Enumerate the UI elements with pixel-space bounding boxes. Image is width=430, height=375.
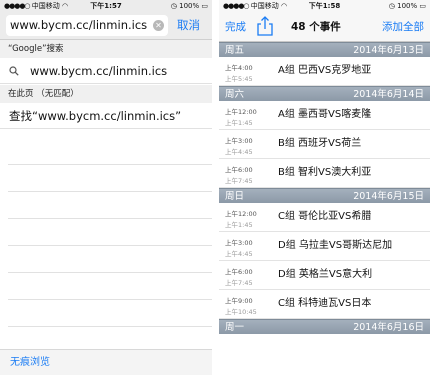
event-title: C组 哥伦比亚VS希腊	[278, 211, 372, 222]
event-row[interactable]: 上午12:00 上午1:45 C组 哥伦比亚VS希腊	[219, 203, 430, 232]
event-start-time: 上午12:00	[225, 108, 257, 116]
event-end-time: 上午1:45	[225, 119, 253, 127]
screen-gap	[212, 0, 219, 375]
event-title: A组 巴西VS克罗地亚	[278, 65, 372, 76]
day-header: 周五 2014年6月13日	[219, 42, 430, 57]
divider	[8, 164, 212, 165]
status-bar: ●●●●○ 中国移动 ◠ 下午1:58 ◷ 100% ▭	[219, 0, 430, 12]
day-weekday: 周五	[225, 45, 245, 56]
event-end-time: 上午7:45	[225, 279, 253, 287]
event-end-time: 上午7:45	[225, 177, 253, 185]
private-browsing-button[interactable]: 无痕浏览	[0, 349, 212, 375]
calendar-import-screen: ●●●●○ 中国移动 ◠ 下午1:58 ◷ 100% ▭ 完成 48 个事件 添…	[219, 0, 430, 375]
cancel-button[interactable]: 取消	[177, 15, 200, 36]
event-title: B组 智利VS澳大利亚	[278, 167, 372, 178]
event-end-time: 上午1:45	[225, 221, 253, 229]
day-date: 2014年6月15日	[353, 191, 424, 202]
divider	[8, 245, 212, 246]
url-text: www.bycm.cc/linmin.ics	[10, 18, 148, 32]
share-icon[interactable]	[256, 16, 274, 36]
day-weekday: 周日	[225, 191, 245, 202]
day-weekday: 周一	[225, 322, 245, 333]
alarm-icon: ◷	[388, 2, 395, 10]
event-start-time: 上午12:00	[225, 210, 257, 218]
event-row[interactable]: 上午12:00 上午1:45 A组 墨西哥VS喀麦隆	[219, 101, 430, 130]
on-page-header: 在此页 （无匹配）	[0, 85, 212, 103]
google-search-header: “Google”搜索	[0, 40, 212, 58]
search-icon	[9, 66, 19, 76]
add-all-button[interactable]: 添加全部	[382, 12, 424, 42]
google-suggestion-text: www.bycm.cc/linmin.ics	[30, 64, 168, 78]
event-end-time: 上午10:45	[225, 308, 257, 316]
battery-percent: 100%	[179, 2, 200, 10]
divider	[8, 299, 212, 300]
event-end-time: 上午4:45	[225, 250, 253, 258]
status-bar: ●●●●○ 中国移动 ◠ 下午1:57 ◷ 100% ▭	[0, 0, 212, 12]
event-list: 周五 2014年6月13日上午4:00 上午5:45 A组 巴西VS克罗地亚周六 201…	[219, 42, 430, 375]
event-start-time: 上午9:00	[225, 297, 253, 305]
event-title: B组 西班牙VS荷兰	[278, 138, 362, 149]
event-title: A组 墨西哥VS喀麦隆	[278, 109, 372, 120]
divider	[8, 326, 212, 327]
event-end-time: 上午4:45	[225, 148, 253, 156]
event-start-time: 上午4:00	[225, 64, 253, 72]
event-row[interactable]: 上午4:00 上午5:45 A组 巴西VS克罗地亚	[219, 57, 430, 86]
event-start-time: 上午6:00	[225, 268, 253, 276]
day-weekday: 周六	[225, 89, 245, 100]
address-bar: www.bycm.cc/linmin.ics ✕ 取消	[0, 12, 212, 40]
divider	[8, 272, 212, 273]
day-date: 2014年6月16日	[353, 322, 424, 333]
google-suggestion-row[interactable]: www.bycm.cc/linmin.ics	[0, 58, 212, 84]
event-start-time: 上午6:00	[225, 166, 253, 174]
event-title: D组 乌拉圭VS哥斯达尼加	[278, 240, 393, 251]
event-row[interactable]: 上午3:00 上午4:45 B组 西班牙VS荷兰	[219, 130, 430, 159]
done-button[interactable]: 完成	[225, 12, 246, 42]
divider	[8, 191, 212, 192]
battery-icon: ▭	[419, 2, 426, 10]
event-start-time: 上午3:00	[225, 239, 253, 247]
event-start-time: 上午3:00	[225, 137, 253, 145]
clear-url-button[interactable]: ✕	[153, 20, 164, 31]
divider	[8, 218, 212, 219]
find-on-page-row[interactable]: 查找“www.bycm.cc/linmin.ics”	[0, 103, 212, 129]
event-row[interactable]: 上午6:00 上午7:45 B组 智利VS澳大利亚	[219, 159, 430, 188]
navigation-bar: 完成 48 个事件 添加全部	[219, 12, 430, 42]
safari-screen: ●●●●○ 中国移动 ◠ 下午1:57 ◷ 100% ▭ www.bycm.cc…	[0, 0, 212, 375]
day-date: 2014年6月13日	[353, 45, 424, 56]
battery-icon: ▭	[201, 2, 208, 10]
day-header: 周一 2014年6月16日	[219, 319, 430, 334]
day-header: 周六 2014年6月14日	[219, 86, 430, 101]
event-row[interactable]: 上午3:00 上午4:45 D组 乌拉圭VS哥斯达尼加	[219, 232, 430, 261]
battery-percent: 100%	[397, 2, 418, 10]
event-title: C组 科特迪瓦VS日本	[278, 298, 372, 309]
day-header: 周日 2014年6月15日	[219, 188, 430, 203]
event-title: D组 英格兰VS意大利	[278, 269, 373, 280]
keyboard-placeholder-area	[0, 144, 212, 349]
url-input[interactable]: www.bycm.cc/linmin.ics ✕	[6, 15, 168, 36]
alarm-icon: ◷	[170, 2, 177, 10]
event-row[interactable]: 上午6:00 上午7:45 D组 英格兰VS意大利	[219, 261, 430, 290]
find-on-page-text: 查找“www.bycm.cc/linmin.ics”	[9, 109, 182, 123]
event-row[interactable]: 上午9:00 上午10:45 C组 科特迪瓦VS日本	[219, 290, 430, 319]
event-end-time: 上午5:45	[225, 75, 253, 83]
day-date: 2014年6月14日	[353, 89, 424, 100]
event-count-title: 48 个事件	[291, 21, 341, 33]
